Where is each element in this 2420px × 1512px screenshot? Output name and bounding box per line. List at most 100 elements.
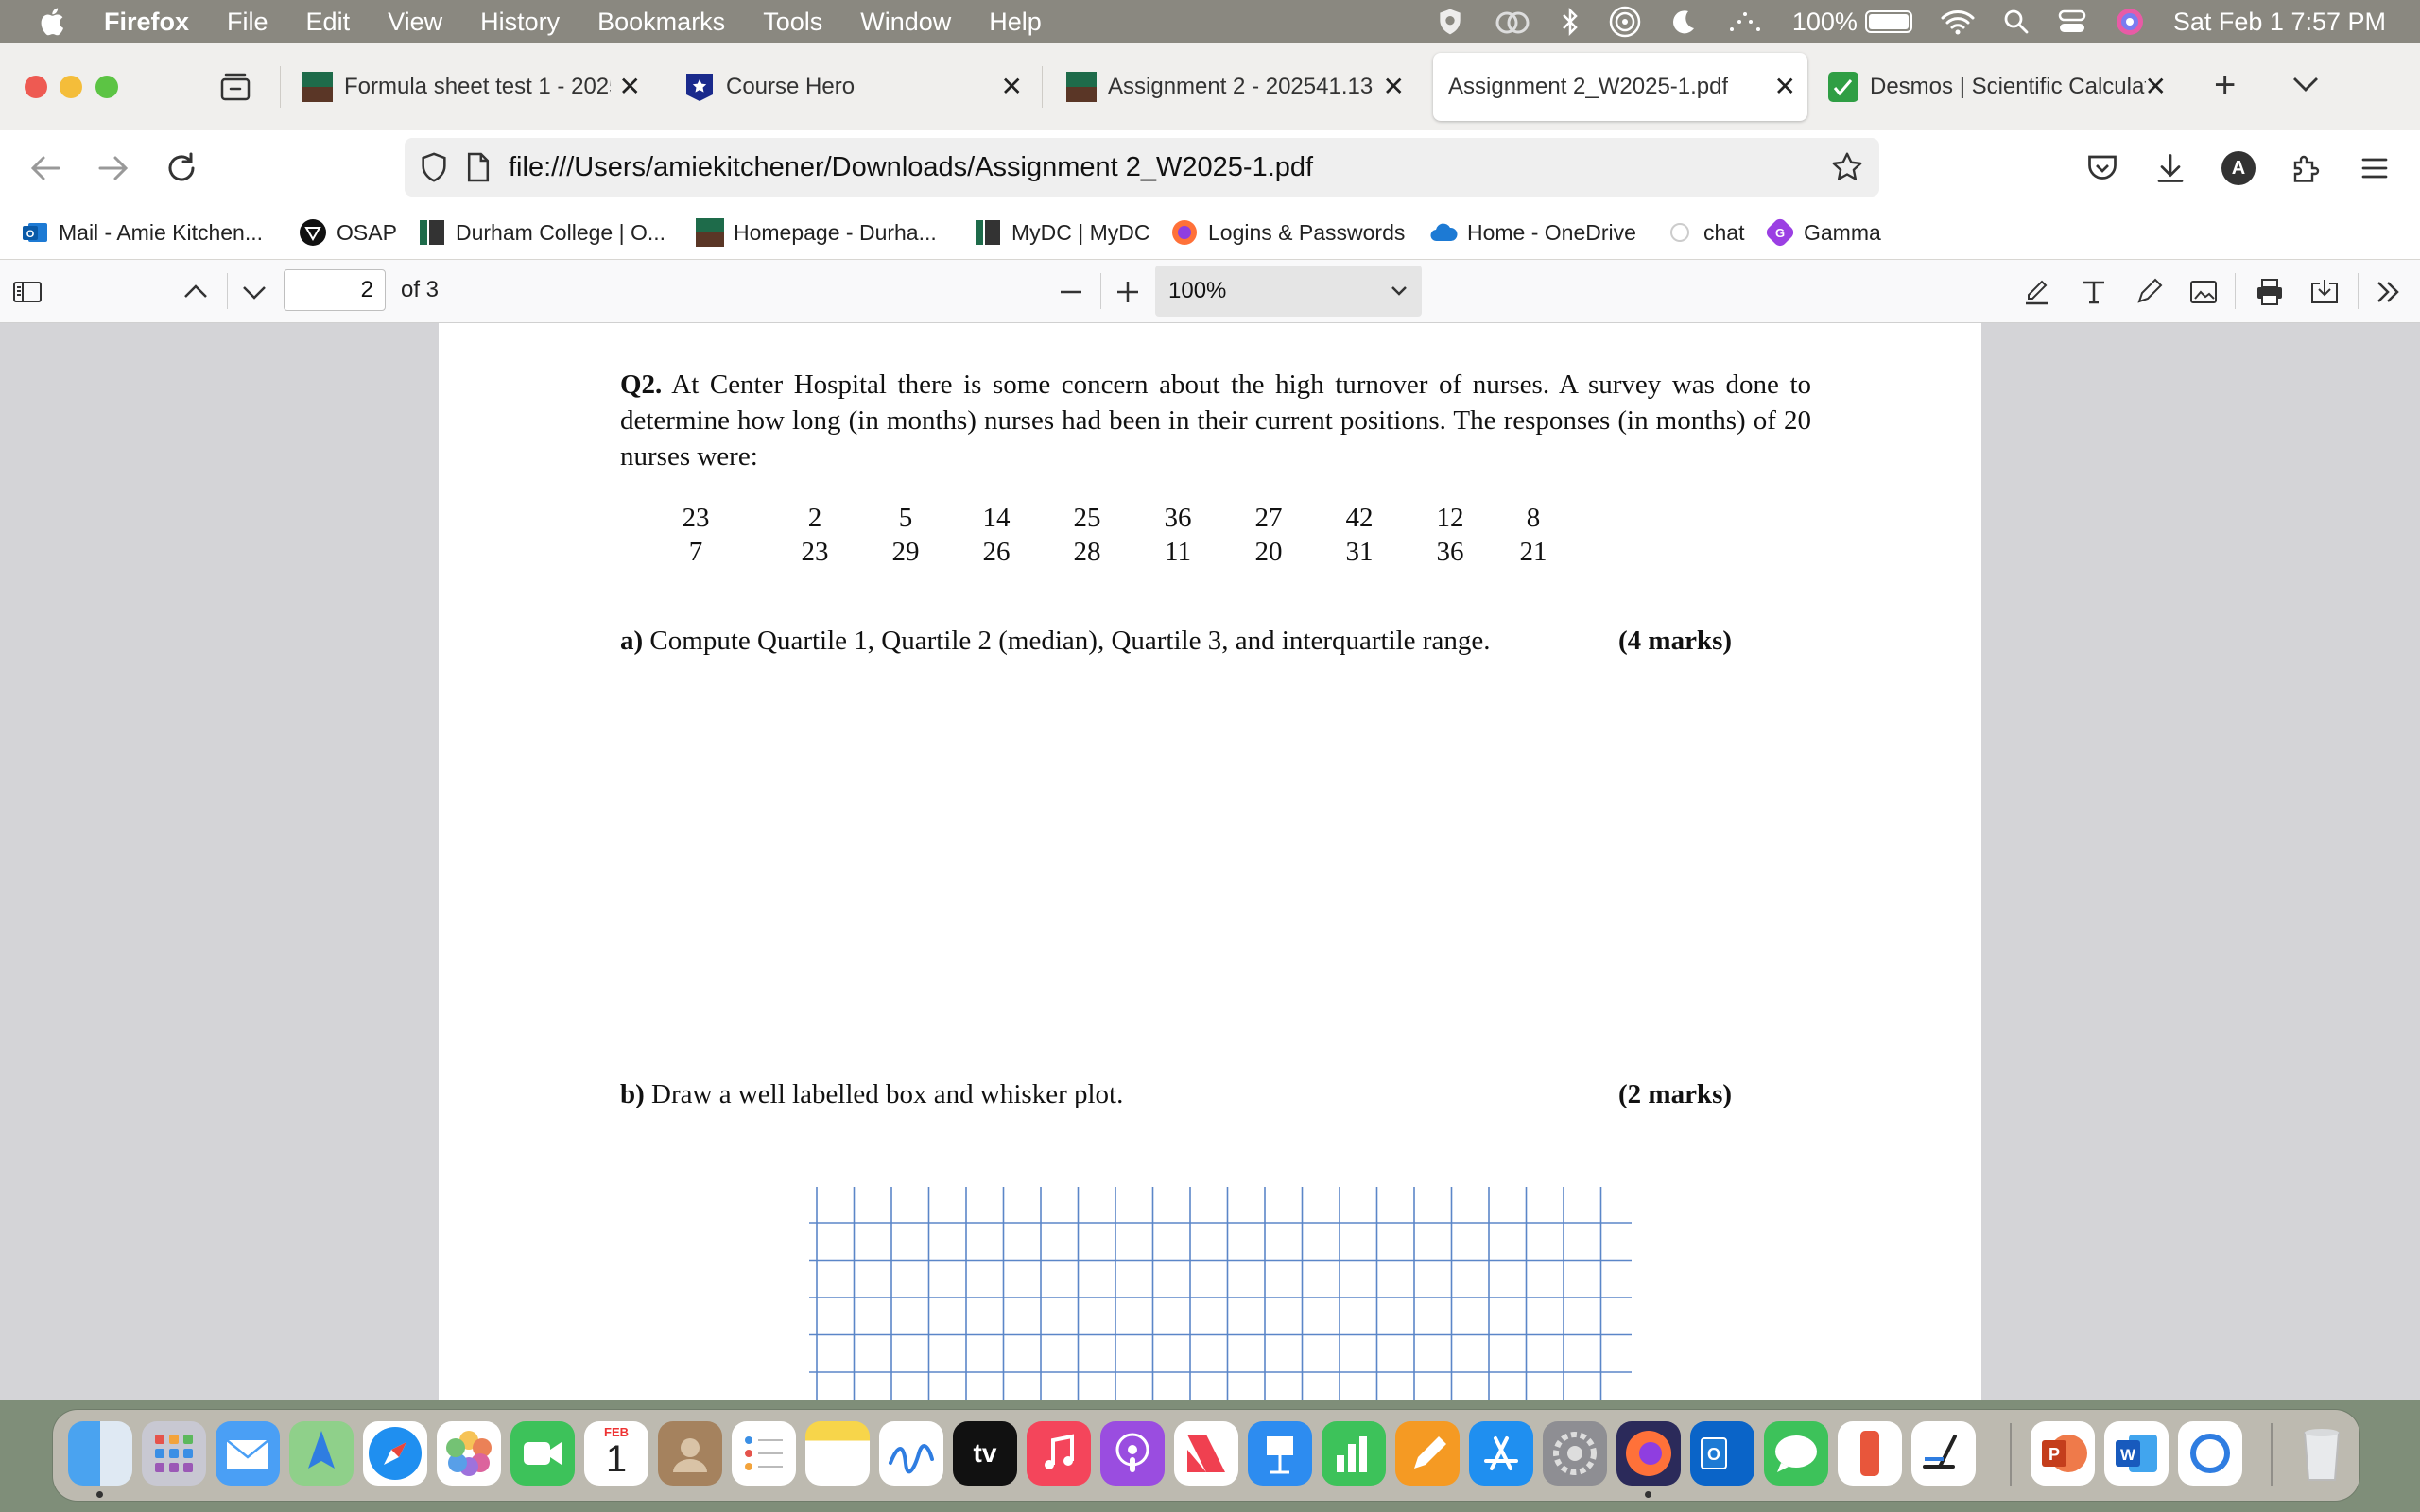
calendar-icon[interactable]: FEB 1 xyxy=(584,1421,648,1486)
tools-double-chevron-right-icon[interactable] xyxy=(2373,276,2405,308)
bookmark-mydc[interactable]: MyDC | MyDC xyxy=(974,217,1150,248)
menu-file[interactable]: File xyxy=(227,8,268,37)
tab-desmos[interactable]: Desmos | Scientific Calculat ✕ xyxy=(1828,53,2178,121)
bookmark-logins-passwords[interactable]: Logins & Passwords xyxy=(1170,217,1405,248)
pages-icon[interactable] xyxy=(1395,1421,1460,1486)
notes-icon[interactable] xyxy=(805,1421,870,1486)
menu-help[interactable]: Help xyxy=(989,8,1042,37)
hamburger-menu-icon[interactable] xyxy=(2358,151,2392,185)
bookmark-osap[interactable]: OSAP xyxy=(299,217,397,248)
sidebar-toggle-icon[interactable] xyxy=(11,276,43,308)
page-document-icon[interactable] xyxy=(465,151,492,183)
tab-close-icon[interactable]: ✕ xyxy=(1774,74,1796,100)
news-icon[interactable] xyxy=(1174,1421,1238,1486)
contacts-icon[interactable] xyxy=(658,1421,722,1486)
previous-page-chevron-up-icon[interactable] xyxy=(180,276,212,308)
spotlight-search-icon[interactable] xyxy=(2003,9,2030,35)
zoom-select[interactable]: 100% xyxy=(1155,266,1422,317)
menu-window[interactable]: Window xyxy=(860,8,951,37)
mail-icon[interactable] xyxy=(216,1421,280,1486)
menu-view[interactable]: View xyxy=(388,8,442,37)
app-store-icon[interactable] xyxy=(1469,1421,1533,1486)
window-zoom-button[interactable] xyxy=(95,76,118,98)
url-bar[interactable]: file:///Users/amiekitchener/Downloads/As… xyxy=(405,138,1879,197)
text-tool-icon[interactable] xyxy=(2078,276,2110,308)
menu-history[interactable]: History xyxy=(480,8,560,37)
safari-icon[interactable] xyxy=(363,1421,427,1486)
bluetooth-status-icon[interactable] xyxy=(1560,7,1581,37)
messages-icon[interactable] xyxy=(1764,1421,1828,1486)
highlight-tool-icon[interactable] xyxy=(2021,276,2053,308)
menu-tools[interactable]: Tools xyxy=(763,8,822,37)
word-icon[interactable]: W xyxy=(2104,1421,2169,1486)
maps-icon[interactable] xyxy=(289,1421,354,1486)
firefox-icon[interactable] xyxy=(1616,1421,1681,1486)
menu-edit[interactable]: Edit xyxy=(306,8,351,37)
menu-bookmarks[interactable]: Bookmarks xyxy=(597,8,725,37)
forward-arrow-icon[interactable] xyxy=(95,149,132,187)
launchpad-icon[interactable] xyxy=(142,1421,206,1486)
airdrop-status-icon[interactable] xyxy=(1609,6,1641,38)
tab-assignment-pdf-active[interactable]: Assignment 2_W2025-1.pdf ✕ xyxy=(1433,53,1807,121)
downloads-icon[interactable] xyxy=(2153,151,2187,185)
bookmark-star-icon[interactable] xyxy=(1830,150,1864,184)
firefox-view-icon[interactable] xyxy=(219,72,251,102)
print-icon[interactable] xyxy=(2254,276,2286,308)
tab-close-icon[interactable]: ✕ xyxy=(619,74,641,100)
next-page-chevron-down-icon[interactable] xyxy=(238,276,270,308)
focus-moon-status-icon[interactable] xyxy=(1669,8,1698,36)
bookmark-onedrive[interactable]: Home - OneDrive xyxy=(1429,217,1636,248)
tab-course-hero[interactable]: Course Hero ✕ xyxy=(684,53,1034,121)
iphone-mirroring-icon[interactable] xyxy=(1838,1421,1902,1486)
tab-assignment-2-dc[interactable]: Assignment 2 - 202541.138 ✕ xyxy=(1066,53,1416,121)
save-download-icon[interactable] xyxy=(2308,276,2341,308)
back-arrow-icon[interactable] xyxy=(26,149,64,187)
podcasts-icon[interactable] xyxy=(1100,1421,1165,1486)
window-minimize-button[interactable] xyxy=(60,76,82,98)
outlook-icon[interactable]: O xyxy=(1690,1421,1754,1486)
draw-pen-tool-icon[interactable] xyxy=(2133,276,2165,308)
account-avatar[interactable]: A xyxy=(2221,151,2256,185)
facetime-icon[interactable] xyxy=(510,1421,575,1486)
apple-tv-icon[interactable]: tv xyxy=(953,1421,1017,1486)
privacy-shield-status-icon[interactable] xyxy=(1435,7,1465,37)
control-center-icon[interactable] xyxy=(2058,9,2086,35)
finder-icon[interactable] xyxy=(68,1421,132,1486)
tab-close-icon[interactable]: ✕ xyxy=(1001,74,1023,100)
reload-icon[interactable] xyxy=(163,149,200,187)
creative-cloud-status-icon[interactable] xyxy=(1494,8,1531,36)
siri-icon[interactable] xyxy=(2115,7,2145,37)
powerpoint-icon[interactable]: P xyxy=(2031,1421,2095,1486)
keynote-icon[interactable] xyxy=(1248,1421,1312,1486)
pocket-icon[interactable] xyxy=(2085,151,2119,185)
bookmark-gamma[interactable]: G Gamma xyxy=(1766,217,1881,248)
tab-close-icon[interactable]: ✕ xyxy=(1383,74,1405,100)
bookmark-chat[interactable]: chat xyxy=(1666,217,1744,248)
numbers-icon[interactable] xyxy=(1322,1421,1386,1486)
tab-formula-sheet[interactable]: Formula sheet test 1 - 2025 ✕ xyxy=(302,53,652,121)
new-tab-button[interactable]: + xyxy=(2214,66,2236,104)
tab-close-icon[interactable]: ✕ xyxy=(2145,74,2167,100)
pdf-viewer-area[interactable]: Q2. At Center Hospital there is some con… xyxy=(0,323,2420,1400)
goodnotes-icon[interactable] xyxy=(1911,1421,1976,1486)
page-number-input[interactable] xyxy=(284,269,386,311)
list-all-tabs-chevron-down-icon[interactable] xyxy=(2291,74,2320,94)
reminders-icon[interactable] xyxy=(732,1421,796,1486)
battery-status[interactable]: 100% xyxy=(1792,8,1912,37)
system-settings-gear-icon[interactable] xyxy=(1543,1421,1607,1486)
freeform-icon[interactable] xyxy=(879,1421,943,1486)
window-close-button[interactable] xyxy=(25,76,47,98)
apple-logo-icon[interactable] xyxy=(38,6,70,38)
activity-status-icon[interactable] xyxy=(1726,9,1764,35)
url-text[interactable]: file:///Users/amiekitchener/Downloads/As… xyxy=(509,152,1313,183)
tracking-protection-shield-icon[interactable] xyxy=(418,151,450,183)
bookmark-durham-college[interactable]: Durham College | O... xyxy=(418,217,666,248)
menubar-clock[interactable]: Sat Feb 1 7:57 PM xyxy=(2173,8,2386,37)
menu-app-name[interactable]: Firefox xyxy=(104,8,189,37)
zoom-in-plus-icon[interactable] xyxy=(1112,276,1144,308)
bookmark-homepage-durham[interactable]: Homepage - Durha... xyxy=(696,217,937,248)
extensions-puzzle-icon[interactable] xyxy=(2290,151,2324,185)
bookmark-mail[interactable]: O Mail - Amie Kitchen... xyxy=(21,217,263,248)
wifi-status-icon[interactable] xyxy=(1941,9,1975,35)
zoom-out-minus-icon[interactable] xyxy=(1055,276,1087,308)
